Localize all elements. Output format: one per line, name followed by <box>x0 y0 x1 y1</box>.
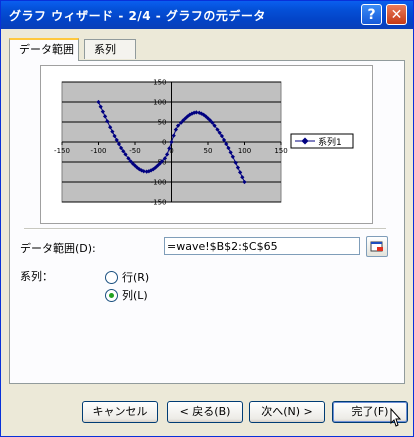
x-tick-label: 50 <box>204 147 213 155</box>
tab-data-range[interactable]: データ範囲 <box>9 38 79 61</box>
mouse-cursor-icon <box>390 408 402 427</box>
radio-selected-dot <box>109 293 114 298</box>
tab-series[interactable]: 系列 <box>84 39 136 59</box>
close-button[interactable]: ✕ <box>386 4 407 25</box>
chart-preview: -150-100-50050100150 150100500-50-100-15… <box>40 65 373 224</box>
radio-columns[interactable] <box>105 289 118 302</box>
radio-rows[interactable] <box>105 271 118 284</box>
collapse-dialog-icon <box>370 241 383 252</box>
help-icon: ? <box>367 7 376 23</box>
back-button[interactable]: < 戻る(B) <box>167 401 243 423</box>
help-button[interactable]: ? <box>361 4 382 25</box>
y-tick-label: -100 <box>151 179 167 187</box>
series-in-label: 系列： <box>20 270 53 283</box>
y-tick-label: 50 <box>158 119 167 127</box>
data-range-input[interactable]: =wave!$B$2:$C$65 <box>164 237 360 255</box>
radio-columns-label[interactable]: 列(L) <box>122 287 148 303</box>
window-title: グラフ ウィザード - 2/4 - グラフの元データ <box>9 9 266 23</box>
radio-rows-label[interactable]: 行(R) <box>122 269 149 285</box>
collapse-dialog-button[interactable] <box>366 236 388 257</box>
close-icon: ✕ <box>390 7 403 23</box>
next-button[interactable]: 次へ(N) > <box>249 401 325 423</box>
legend: 系列1 <box>290 133 354 149</box>
x-tick-label: 100 <box>238 147 251 155</box>
title-bar[interactable]: グラフ ウィザード - 2/4 - グラフの元データ ? ✕ <box>1 1 413 29</box>
x-tick-label: -150 <box>54 147 70 155</box>
x-tick-label: -50 <box>129 147 140 155</box>
legend-label: 系列1 <box>318 136 342 148</box>
x-tick-label: -100 <box>91 147 107 155</box>
y-tick-label: 100 <box>153 99 166 107</box>
tab-panel: -150-100-50050100150 150100500-50-100-15… <box>9 60 405 384</box>
y-tick-label: -150 <box>151 199 167 207</box>
y-tick-label: 150 <box>153 79 166 87</box>
separator <box>24 228 386 230</box>
x-tick-label: 150 <box>274 147 287 155</box>
data-range-label: データ範囲(D): <box>20 242 96 255</box>
chart-wizard-dialog: グラフ ウィザード - 2/4 - グラフの元データ ? ✕ データ範囲 系列 … <box>0 0 414 437</box>
chart-svg: -150-100-50050100150 150100500-50-100-15… <box>54 79 354 207</box>
cancel-button[interactable]: キャンセル <box>82 401 158 423</box>
y-tick-label: 0 <box>162 139 166 147</box>
